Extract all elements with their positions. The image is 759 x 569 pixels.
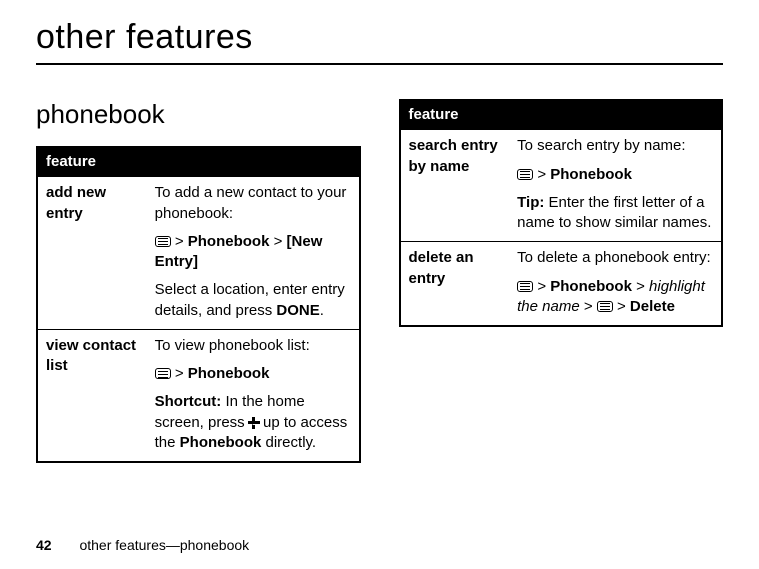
desc-nav-path: > Phonebook > highlight the name > > Del… xyxy=(517,277,713,318)
desc-text: To view phonebook list: xyxy=(155,336,351,356)
done-label: DONE xyxy=(276,302,319,319)
desc-nav-path: > Phonebook xyxy=(155,364,351,384)
menu-icon xyxy=(517,169,533,180)
page-title: other features xyxy=(36,18,723,65)
desc-text: To delete a phonebook entry: xyxy=(517,248,713,268)
feature-desc: To add a new contact to your phonebook: … xyxy=(147,177,360,330)
text: Enter the first letter of a name to show… xyxy=(517,194,711,231)
desc-text: Shortcut: In the home screen, press up t… xyxy=(155,392,351,453)
gt: > xyxy=(537,166,546,183)
tip-label: Tip: xyxy=(517,194,544,211)
desc-nav-path: > Phonebook xyxy=(517,165,713,185)
menu-icon xyxy=(155,368,171,379)
right-feature-table: feature search entry by name To search e… xyxy=(399,99,724,327)
gt: > xyxy=(175,365,184,382)
feature-desc: To delete a phonebook entry: > Phonebook… xyxy=(509,242,722,326)
gt: > xyxy=(617,298,626,315)
content-columns: phonebook feature add new entry To add a… xyxy=(36,99,723,463)
nav-phonebook: Phonebook xyxy=(180,434,262,451)
desc-text: Select a location, enter entry details, … xyxy=(155,280,351,321)
nav-phonebook: Phonebook xyxy=(550,166,632,183)
desc-text: To search entry by name: xyxy=(517,136,713,156)
desc-nav-path: > Phonebook > [New Entry] xyxy=(155,232,351,273)
feature-desc: To view phonebook list: > Phonebook Shor… xyxy=(147,329,360,462)
footer: 42 other features—phonebook xyxy=(36,537,249,553)
feature-desc: To search entry by name: > Phonebook Tip… xyxy=(509,130,722,242)
desc-text: To add a new contact to your phonebook: xyxy=(155,183,351,224)
nav-phonebook: Phonebook xyxy=(188,365,270,382)
table-row: delete an entry To delete a phonebook en… xyxy=(400,242,723,326)
feature-label: search entry by name xyxy=(400,130,510,242)
gt: > xyxy=(636,278,645,295)
nav-delete: Delete xyxy=(630,298,675,315)
section-title-phonebook: phonebook xyxy=(36,99,361,130)
nav-phonebook: Phonebook xyxy=(550,278,632,295)
feature-label: add new entry xyxy=(37,177,147,330)
right-column: feature search entry by name To search e… xyxy=(399,99,724,463)
breadcrumb: other features—phonebook xyxy=(79,537,249,553)
nav-key-icon xyxy=(249,418,259,428)
left-column: phonebook feature add new entry To add a… xyxy=(36,99,361,463)
gt: > xyxy=(274,233,283,250)
gt: > xyxy=(537,278,546,295)
table-row: search entry by name To search entry by … xyxy=(400,130,723,242)
gt: > xyxy=(584,298,593,315)
shortcut-label: Shortcut: xyxy=(155,393,222,410)
table-row: view contact list To view phonebook list… xyxy=(37,329,360,462)
feature-label: view contact list xyxy=(37,329,147,462)
feature-label: delete an entry xyxy=(400,242,510,326)
menu-icon xyxy=(597,301,613,312)
left-feature-table: feature add new entry To add a new conta… xyxy=(36,146,361,463)
table-header: feature xyxy=(37,147,360,177)
page-number: 42 xyxy=(36,537,52,553)
menu-icon xyxy=(517,281,533,292)
text: . xyxy=(320,302,324,319)
menu-icon xyxy=(155,236,171,247)
nav-phonebook: Phonebook xyxy=(188,233,270,250)
desc-text: Tip: Enter the first letter of a name to… xyxy=(517,193,713,234)
table-row: add new entry To add a new contact to yo… xyxy=(37,177,360,330)
text: directly. xyxy=(261,434,316,451)
gt: > xyxy=(175,233,184,250)
table-header: feature xyxy=(400,100,723,130)
